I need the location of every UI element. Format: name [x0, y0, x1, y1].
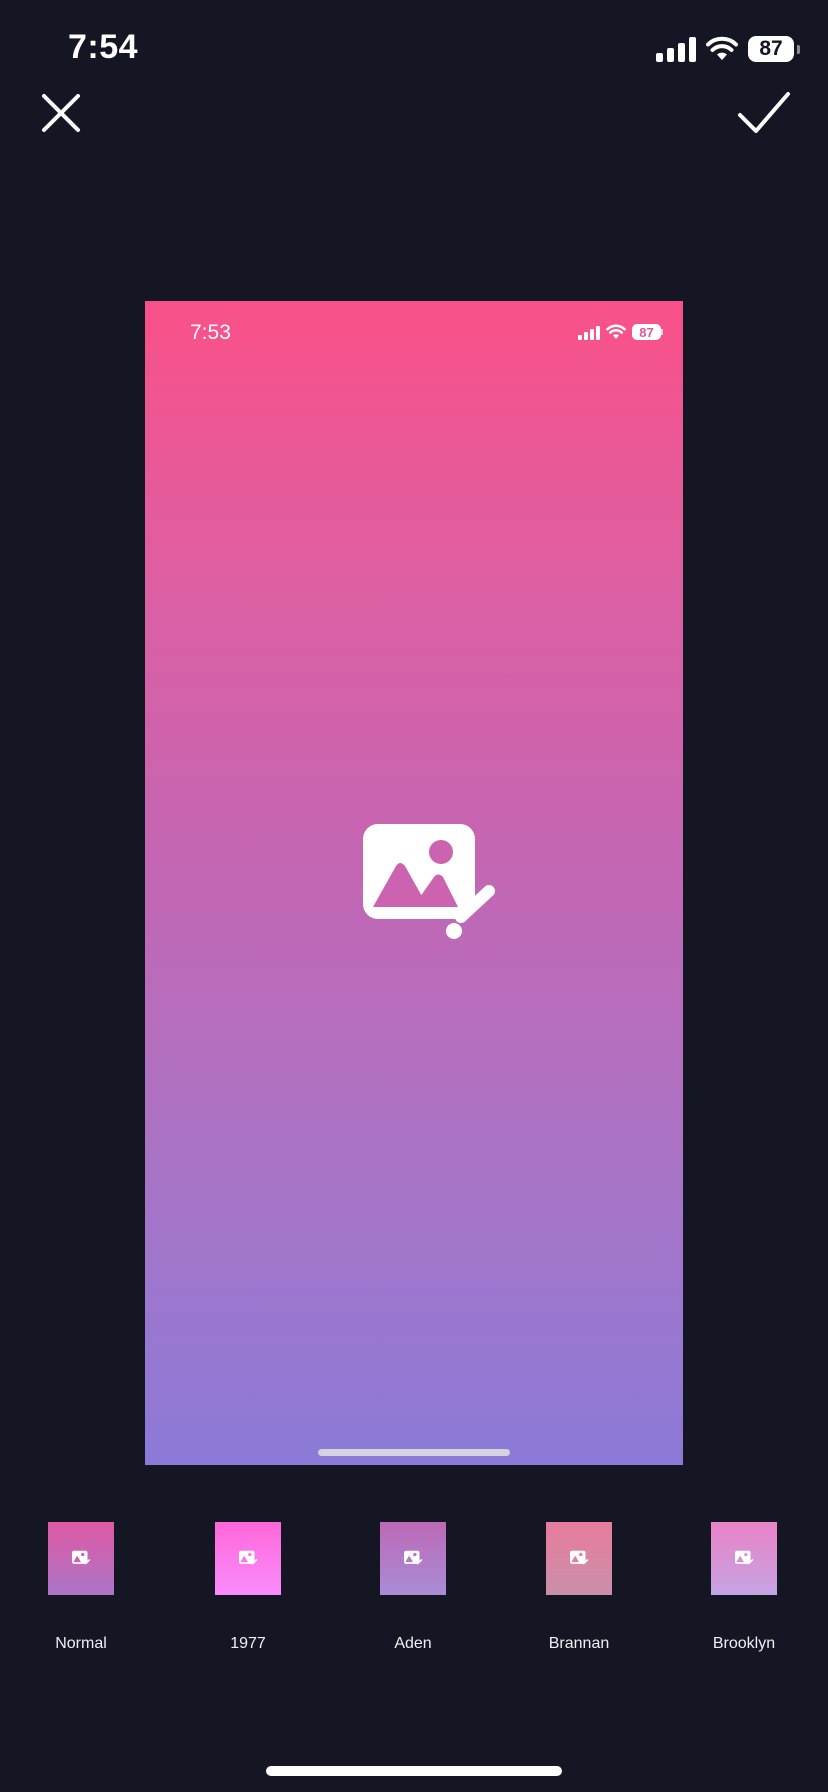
filter-aden[interactable]: Aden: [347, 1522, 479, 1653]
filter-normal[interactable]: Normal: [15, 1522, 147, 1653]
filter-label: Brannan: [548, 1635, 610, 1652]
checkmark-icon: [738, 92, 790, 133]
filter-label: Normal: [55, 1635, 107, 1652]
preview-status-time: 7:53: [190, 321, 231, 344]
filter-thumbnail: [215, 1522, 281, 1595]
preview-status-indicators: 87: [578, 324, 663, 340]
filter-brannan[interactable]: Brannan: [513, 1522, 645, 1653]
preview-wifi-icon: [606, 324, 626, 339]
status-bar: 7:54 87: [0, 0, 828, 100]
filter-thumbnail: [48, 1522, 114, 1595]
wifi-icon: [706, 36, 738, 60]
filter-brooklyn[interactable]: Brooklyn: [678, 1522, 810, 1653]
battery-indicator: 87: [748, 36, 800, 62]
cellular-signal-icon: [656, 36, 696, 62]
filter-label: Aden: [394, 1635, 432, 1652]
filter-thumbnail: [546, 1522, 612, 1595]
preview-home-indicator: [318, 1449, 510, 1456]
image-edit-icon: [404, 1550, 423, 1565]
status-time: 7:54: [68, 28, 139, 66]
preview-cellular-signal-icon: [578, 325, 600, 340]
image-edit-icon: [735, 1550, 754, 1565]
filter-strip: Normal 1977 Aden Brannan Brooklyn: [0, 1522, 828, 1672]
image-edit-icon: [570, 1550, 589, 1565]
filter-label: Brooklyn: [712, 1635, 776, 1652]
status-indicators: 87: [656, 34, 800, 64]
confirm-button[interactable]: [736, 88, 792, 138]
close-icon: [42, 94, 80, 132]
image-edit-icon: [72, 1550, 91, 1565]
filter-thumbnail: [711, 1522, 777, 1595]
preview-battery-indicator: 87: [632, 324, 663, 340]
close-button[interactable]: [36, 88, 86, 138]
filter-label: 1977: [230, 1635, 266, 1652]
home-indicator[interactable]: [266, 1766, 562, 1776]
preview-battery-level: 87: [639, 324, 654, 340]
filter-thumbnail: [380, 1522, 446, 1595]
battery-level: 87: [759, 37, 783, 60]
image-edit-icon: [363, 824, 495, 939]
image-preview: 7:53 87: [145, 301, 683, 1465]
image-edit-icon: [239, 1550, 258, 1565]
filter-1977[interactable]: 1977: [182, 1522, 314, 1653]
